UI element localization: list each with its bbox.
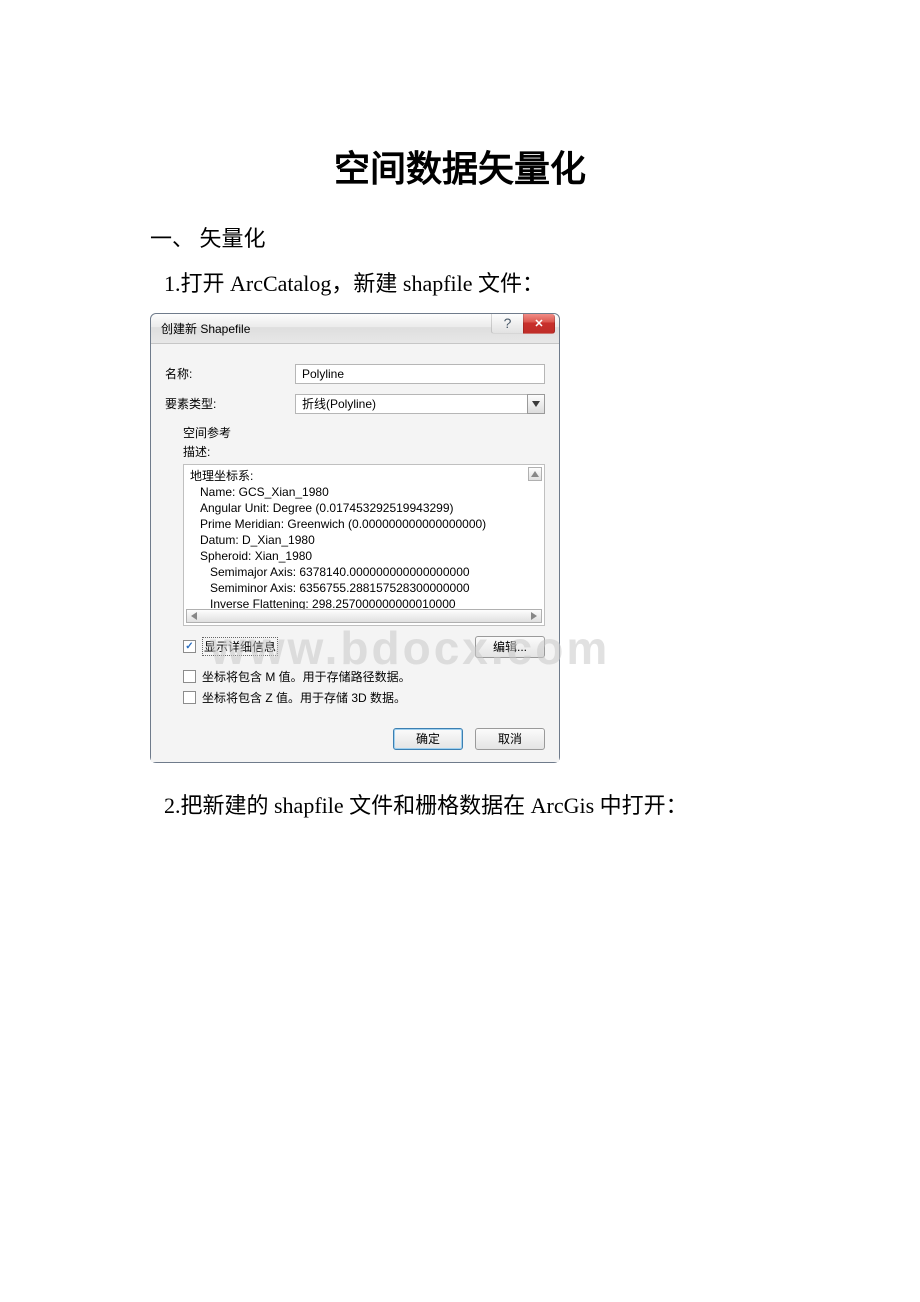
scroll-right-button[interactable] — [528, 611, 540, 621]
cs-prime-meridian: Prime Meridian: Greenwich (0.00000000000… — [190, 516, 538, 532]
close-button[interactable]: ✕ — [523, 314, 555, 334]
close-icon: ✕ — [534, 317, 543, 330]
show-detail-label: 显示详细信息 — [202, 637, 278, 656]
scroll-up-button[interactable] — [528, 467, 542, 481]
step-1-text: 1.打开 ArcCatalog，新建 shapfile 文件： — [164, 265, 770, 302]
page-title: 空间数据矢量化 — [150, 140, 770, 192]
description-label: 描述: — [183, 443, 545, 460]
create-shapefile-dialog: 创建新 Shapefile ? ✕ 名称: 要素类型: — [150, 313, 560, 763]
m-values-label: 坐标将包含 M 值。用于存储路径数据。 — [202, 668, 411, 685]
help-icon: ? — [504, 315, 512, 331]
cs-angular-unit: Angular Unit: Degree (0.0174532925199432… — [190, 500, 538, 516]
m-values-checkbox[interactable] — [183, 670, 196, 683]
coordinate-system-description[interactable]: 地理坐标系: Name: GCS_Xian_1980 Angular Unit:… — [183, 464, 545, 626]
step-2-text: 2.把新建的 shapfile 文件和栅格数据在 ArcGis 中打开： — [164, 787, 770, 824]
cs-heading: 地理坐标系: — [190, 468, 538, 484]
ok-button[interactable]: 确定 — [393, 728, 463, 750]
section-heading: 一、 矢量化 — [150, 220, 770, 257]
dialog-titlebar: 创建新 Shapefile ? ✕ — [151, 314, 559, 344]
feature-type-combobox[interactable] — [295, 394, 545, 414]
dropdown-arrow-icon[interactable] — [527, 394, 545, 414]
horizontal-scrollbar[interactable] — [186, 609, 542, 623]
cs-datum: Datum: D_Xian_1980 — [190, 532, 538, 548]
cs-spheroid: Spheroid: Xian_1980 — [190, 548, 538, 564]
z-values-checkbox[interactable] — [183, 691, 196, 704]
name-label: 名称: — [165, 365, 295, 382]
cs-semiminor: Semiminor Axis: 6356755.2881575283000000… — [190, 580, 538, 596]
z-values-label: 坐标将包含 Z 值。用于存储 3D 数据。 — [202, 689, 406, 706]
spatial-ref-label: 空间参考 — [183, 424, 545, 441]
cs-semimajor: Semimajor Axis: 6378140.0000000000000000… — [190, 564, 538, 580]
feature-type-value[interactable] — [295, 394, 527, 414]
dialog-title: 创建新 Shapefile — [161, 320, 250, 337]
scroll-left-button[interactable] — [188, 611, 200, 621]
help-button[interactable]: ? — [491, 314, 523, 334]
edit-button[interactable]: 编辑... — [475, 636, 545, 658]
name-input[interactable] — [295, 364, 545, 384]
cs-name: Name: GCS_Xian_1980 — [190, 484, 538, 500]
type-label: 要素类型: — [165, 395, 295, 412]
cancel-button[interactable]: 取消 — [475, 728, 545, 750]
show-detail-checkbox[interactable]: ✓ — [183, 640, 196, 653]
